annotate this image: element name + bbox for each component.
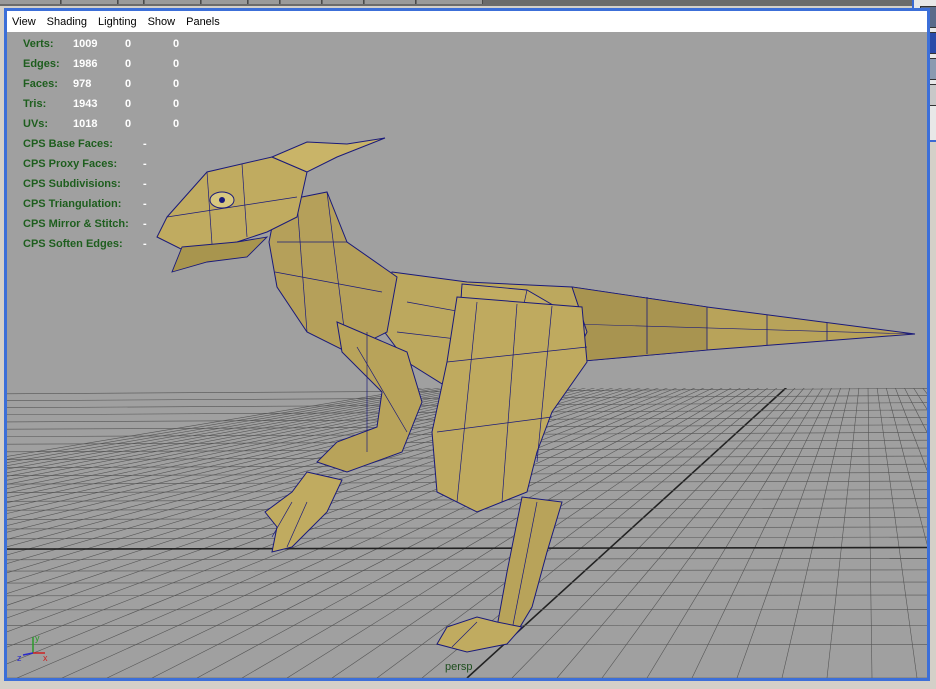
hud-cps-row: CPS Triangulation: - xyxy=(23,198,163,212)
hud-cps-label: CPS Triangulation: xyxy=(23,198,122,210)
axis-x-label: x xyxy=(43,653,48,663)
hud-cps-value: - xyxy=(143,238,147,250)
hud-cps-label: CPS Proxy Faces: xyxy=(23,158,118,170)
hud-cps-label: CPS Mirror & Stitch: xyxy=(23,218,129,230)
hud-stat-label: Edges: xyxy=(23,58,60,70)
hud-stat-value: 0 xyxy=(173,58,180,70)
hud-stat-label: Verts: xyxy=(23,38,54,50)
axis-y-label: y xyxy=(35,633,40,643)
hud-cps-value: - xyxy=(143,198,147,210)
hud-cps-row: CPS Proxy Faces: - xyxy=(23,158,163,172)
bottom-border xyxy=(0,681,936,689)
viewport-menu-bar: View Shading Lighting Show Panels xyxy=(7,11,927,33)
hud-cps-value: - xyxy=(143,158,147,170)
hud-stat-value: 0 xyxy=(125,118,132,130)
hud-stat-row: Verts: 1009 0 0 xyxy=(23,38,193,52)
hud-stat-row: UVs: 1018 0 0 xyxy=(23,118,193,132)
hud-cps-value: - xyxy=(143,138,147,150)
camera-label: persp xyxy=(445,661,473,673)
hud-cps-label: CPS Soften Edges: xyxy=(23,238,123,250)
hud-stat-value: 1009 xyxy=(73,38,98,50)
hud-cps-label: CPS Subdivisions: xyxy=(23,178,121,190)
hud-cps-row: CPS Mirror & Stitch: - xyxy=(23,218,163,232)
hud-stat-value: 978 xyxy=(73,78,92,90)
hud-cps-row: CPS Soften Edges: - xyxy=(23,238,163,252)
menu-show[interactable]: Show xyxy=(143,16,182,28)
hud-cps-row: CPS Base Faces: - xyxy=(23,138,163,152)
hud-cps-value: - xyxy=(143,218,147,230)
axis-z-label: z xyxy=(17,653,22,663)
menu-lighting[interactable]: Lighting xyxy=(93,16,143,28)
menu-shading[interactable]: Shading xyxy=(42,16,93,28)
hud-stat-value: 0 xyxy=(125,78,132,90)
hud-stat-row: Edges: 1986 0 0 xyxy=(23,58,193,72)
hud-stat-label: UVs: xyxy=(23,118,49,130)
hud-stat-value: 0 xyxy=(125,38,132,50)
hud-stat-value: 0 xyxy=(173,38,180,50)
viewport-panel[interactable]: View Shading Lighting Show Panels Verts:… xyxy=(4,8,930,681)
hud-stat-value: 0 xyxy=(173,98,180,110)
hud-stat-value: 0 xyxy=(173,118,180,130)
hud-stat-value: 1018 xyxy=(73,118,98,130)
hud-stat-row: Faces: 978 0 0 xyxy=(23,78,193,92)
xyz-axis-icon: y x z xyxy=(17,633,48,663)
top-window-strip xyxy=(0,0,936,6)
menu-panels[interactable]: Panels xyxy=(181,16,226,28)
hud-stat-value: 1943 xyxy=(73,98,98,110)
hud-cps-value: - xyxy=(143,178,147,190)
hud-cps-row: CPS Subdivisions: - xyxy=(23,178,163,192)
hud-stat-row: Tris: 1943 0 0 xyxy=(23,98,193,112)
hud-stat-value: 0 xyxy=(125,98,132,110)
hud-stat-value: 0 xyxy=(125,58,132,70)
hud-stat-label: Faces: xyxy=(23,78,58,90)
menu-view[interactable]: View xyxy=(7,16,42,28)
hud-cps-label: CPS Base Faces: xyxy=(23,138,113,150)
hud-stat-value: 1986 xyxy=(73,58,98,70)
hud-stat-value: 0 xyxy=(173,78,180,90)
hud-stat-label: Tris: xyxy=(23,98,47,110)
